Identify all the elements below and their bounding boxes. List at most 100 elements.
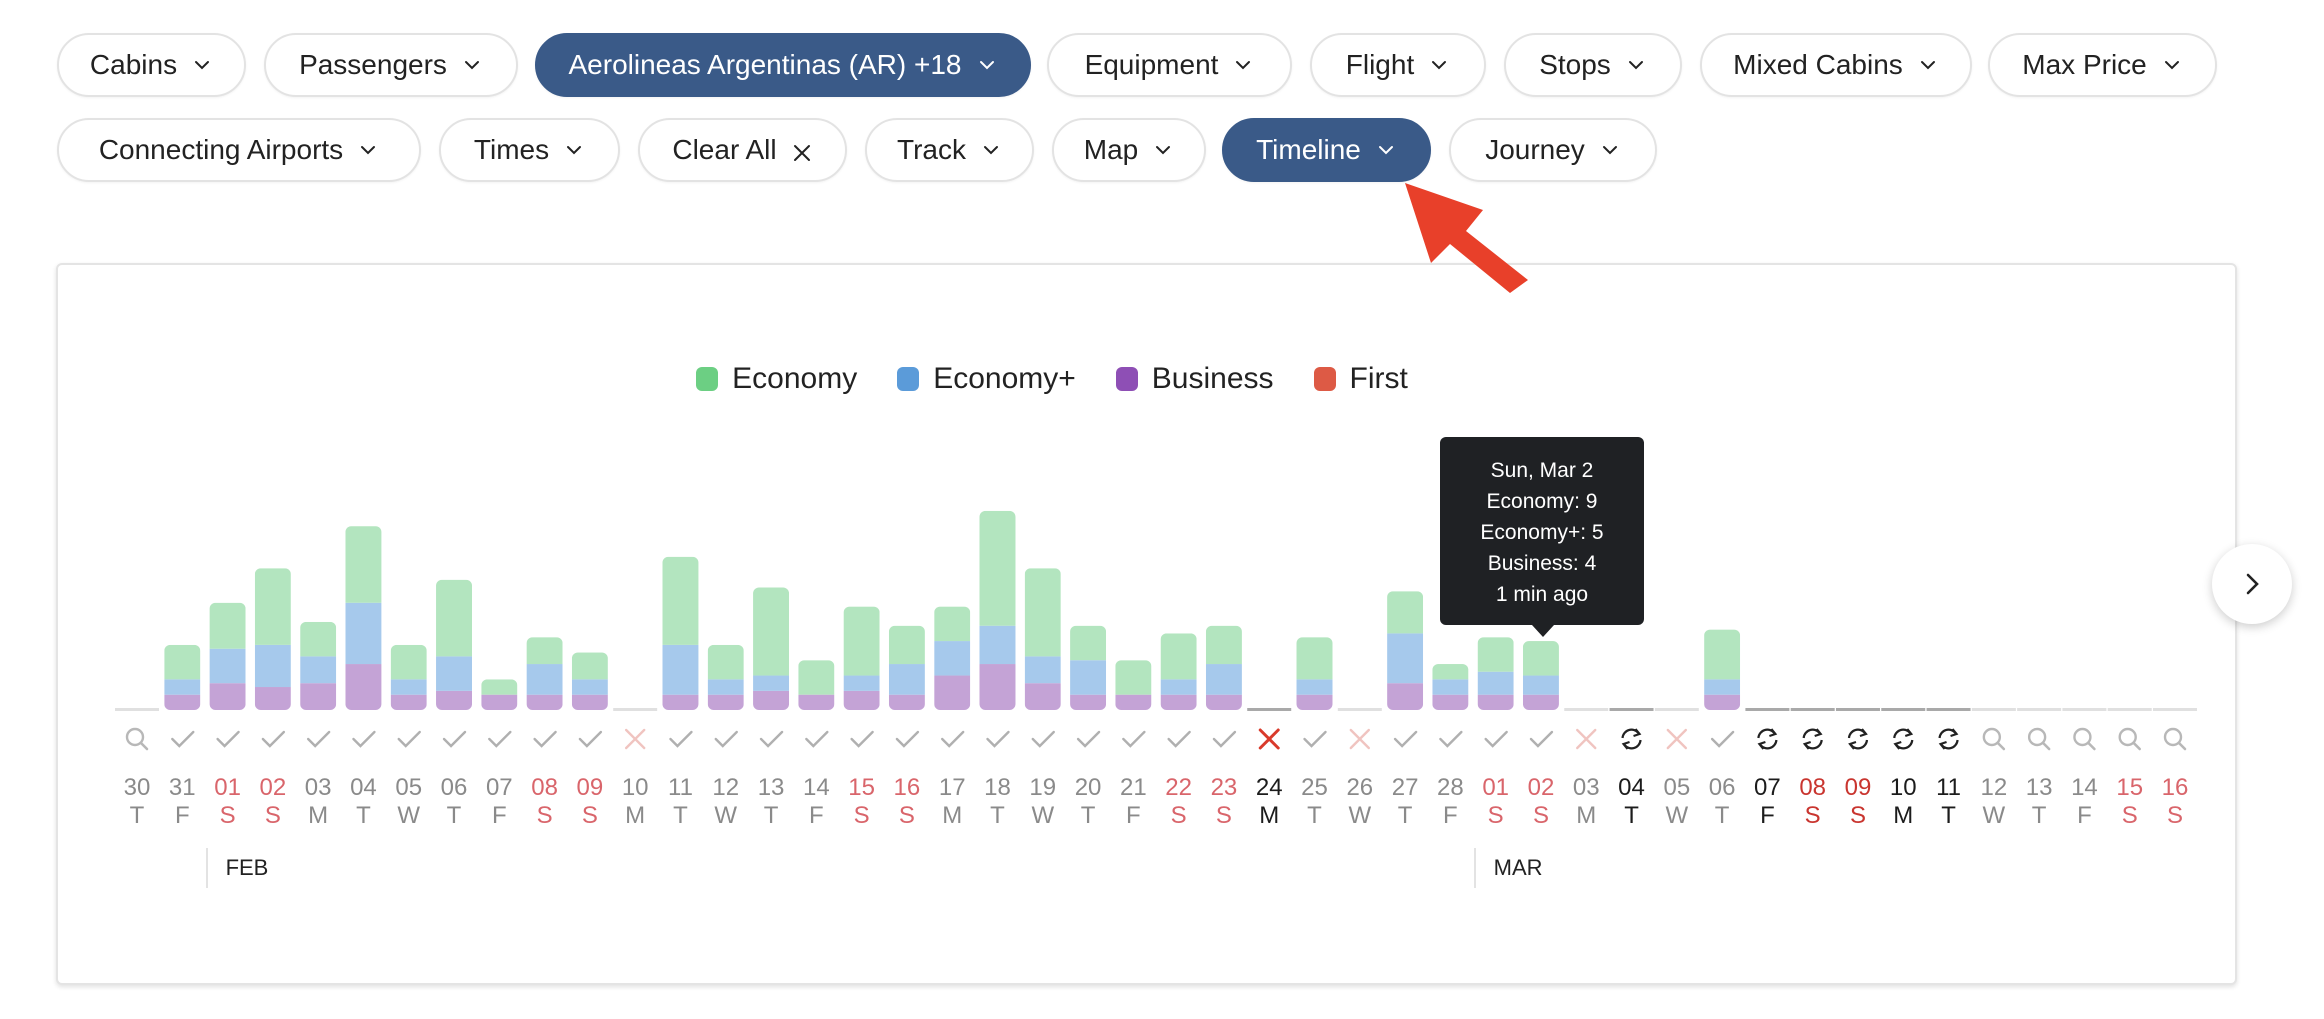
bar-column[interactable]: 05W <box>1654 708 1699 829</box>
weekday-label: S <box>2167 802 2183 829</box>
check-icon <box>397 730 421 748</box>
bar-column[interactable]: 03M <box>1564 708 1609 829</box>
bar-column[interactable]: 04T <box>345 526 382 829</box>
check-mark <box>1167 730 1191 748</box>
bar-column[interactable]: 10M <box>1881 708 1926 829</box>
weekday-label: S <box>1216 802 1232 829</box>
date-label: 15 <box>848 774 875 801</box>
bar-segment-business <box>254 687 291 710</box>
bar-column[interactable]: 04T <box>1609 708 1654 829</box>
bar-segment-economy <box>843 606 880 676</box>
weekday-label: S <box>1805 802 1821 829</box>
date-label: 10 <box>622 774 649 801</box>
bar-segment-economy-plus <box>1387 633 1424 684</box>
check-mark <box>714 730 738 748</box>
date-label: 01 <box>214 774 241 801</box>
date-label: 08 <box>1799 774 1826 801</box>
bar-column[interactable]: 30T <box>115 708 159 829</box>
weekday-label: T <box>2032 802 2047 829</box>
bar-segment-economy-plus <box>1296 679 1333 695</box>
cross-faint-icon <box>624 728 646 750</box>
bar-column[interactable]: 16S <box>888 625 925 829</box>
check-mark <box>895 730 920 748</box>
bar-segment-economy <box>979 510 1016 626</box>
check-icon <box>986 730 1010 748</box>
bar-column[interactable]: 20T <box>1070 625 1107 829</box>
bar-column[interactable]: 12W <box>1971 708 2016 829</box>
empty-baseline <box>1654 708 1699 711</box>
bar-column[interactable]: 13T <box>2017 708 2062 829</box>
weekday-label: S <box>899 802 915 829</box>
bar-segment-economy <box>1387 591 1424 634</box>
bar-column[interactable]: 11T <box>1926 708 1971 829</box>
bar-column[interactable]: 07F <box>481 679 518 829</box>
bar-segment-economy-plus <box>164 679 201 695</box>
bar-column[interactable]: 03M <box>300 621 337 829</box>
check-mark <box>171 730 195 748</box>
bar-segment-economy-plus <box>888 664 925 695</box>
date-label: 08 <box>531 774 558 801</box>
empty-baseline <box>1881 708 1926 711</box>
bar-column[interactable]: 22S <box>1160 633 1197 829</box>
bar-column[interactable]: 27T <box>1387 591 1424 829</box>
bar-column[interactable]: 21F <box>1115 660 1152 829</box>
bar-segment-business <box>436 690 473 710</box>
weekday-label: T <box>673 802 688 829</box>
check-icon <box>306 730 331 748</box>
bar-column[interactable]: 16S <box>2153 708 2197 829</box>
bar-column[interactable]: 14F <box>798 660 835 829</box>
date-label: 05 <box>395 774 422 801</box>
bar-segment-economy <box>1205 625 1242 665</box>
bar-segment-economy-plus <box>934 641 971 676</box>
bar-column[interactable]: 25T <box>1296 637 1333 829</box>
bar-column[interactable]: 26W <box>1337 708 1382 829</box>
next-page-button[interactable] <box>2212 544 2292 624</box>
date-label: 10 <box>1890 774 1917 801</box>
bar-column[interactable]: 23S <box>1205 625 1242 829</box>
bar-column[interactable]: 06T <box>1704 629 1741 829</box>
bar-column[interactable]: 17M <box>934 606 971 829</box>
date-label: 24 <box>1256 774 1283 801</box>
bar-column[interactable]: 28F <box>1432 664 1469 829</box>
bar-column[interactable]: 07F <box>1745 708 1790 829</box>
bar-column[interactable]: 09S <box>571 652 608 829</box>
empty-baseline <box>1247 708 1292 711</box>
weekday-label: S <box>1850 802 1866 829</box>
check-icon <box>533 730 557 748</box>
bar-column[interactable]: 19W <box>1024 568 1061 829</box>
bar-column[interactable]: 18T <box>979 510 1016 829</box>
check-mark <box>352 730 376 748</box>
bar-column[interactable]: 09S <box>1835 708 1880 829</box>
refresh-icon <box>1757 728 1778 750</box>
bar-column[interactable]: 01S <box>1477 637 1514 829</box>
bar-column[interactable]: 15S <box>2107 708 2152 829</box>
weekday-label: S <box>1488 802 1504 829</box>
bar-column[interactable]: 15S <box>843 606 880 829</box>
bar-column[interactable]: 08S <box>526 637 563 829</box>
bar-segment-economy-plus <box>1522 675 1559 695</box>
bar-column[interactable]: 31F <box>164 644 201 829</box>
bar-column[interactable]: 14F <box>2062 708 2107 829</box>
bar-segment-business <box>481 694 518 710</box>
bar-column[interactable]: 06T <box>436 579 473 829</box>
empty-baseline <box>1835 708 1880 711</box>
weekday-label: W <box>714 802 737 829</box>
weekday-label: T <box>1941 802 1956 829</box>
date-label: 15 <box>2116 774 2143 801</box>
weekday-label: W <box>1348 802 1371 829</box>
weekday-label: S <box>537 802 553 829</box>
bar-column[interactable]: 08S <box>1790 708 1835 829</box>
bar-column[interactable]: 05W <box>390 644 427 829</box>
check-mark <box>1484 730 1508 748</box>
bar-segment-business <box>843 690 880 710</box>
bar-column[interactable]: 02S <box>1522 641 1559 829</box>
bar-segment-economy <box>1070 625 1107 661</box>
bar-column[interactable]: 10M <box>613 708 658 829</box>
bar-column[interactable]: 13T <box>753 587 790 829</box>
bar-segment-business <box>1704 694 1741 710</box>
bar-column[interactable]: 01S <box>209 602 246 829</box>
bar-column[interactable]: 11T <box>662 556 699 829</box>
bar-column[interactable]: 24M <box>1247 708 1292 829</box>
bar-column[interactable]: 12W <box>707 644 744 829</box>
bar-column[interactable]: 02S <box>254 568 291 829</box>
